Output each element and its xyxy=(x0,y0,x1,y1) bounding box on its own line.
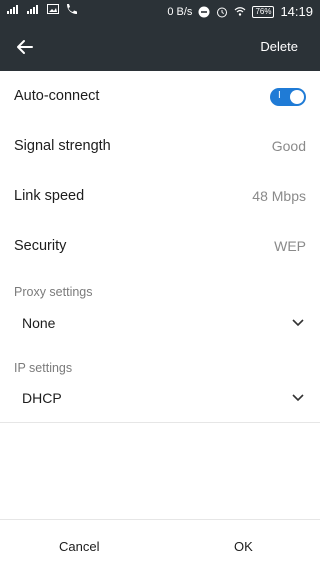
status-right: 0 B/s 76% 14:19 xyxy=(167,4,313,19)
signal-strength-value: Good xyxy=(271,138,306,154)
signal-2-icon xyxy=(27,5,38,14)
security-label: Security xyxy=(14,238,67,254)
do-not-disturb-icon xyxy=(198,6,210,17)
ip-settings-title: IP settings xyxy=(14,361,73,375)
link-speed-row: Link speed 48 Mbps xyxy=(0,171,320,222)
signal-icon xyxy=(7,5,18,14)
status-bar: 0 B/s 76% 14:19 xyxy=(0,0,320,24)
auto-connect-toggle[interactable]: I xyxy=(270,88,306,106)
status-time: 14:19 xyxy=(280,4,313,19)
delete-button[interactable]: Delete xyxy=(260,39,298,54)
image-icon xyxy=(47,4,59,14)
toggle-on-indicator: I xyxy=(278,90,281,101)
net-speed: 0 B/s xyxy=(167,5,193,18)
ip-select-value[interactable]: DHCP xyxy=(22,390,62,406)
auto-connect-row[interactable]: Auto-connect I xyxy=(0,71,320,122)
link-speed-label: Link speed xyxy=(14,188,85,204)
security-row: Security WEP xyxy=(0,221,320,272)
proxy-select-value[interactable]: None xyxy=(22,315,55,331)
battery-indicator: 76% xyxy=(252,5,275,18)
ip-settings-section[interactable]: IP settings DHCP xyxy=(0,347,320,423)
signal-strength-label: Signal strength xyxy=(14,138,111,154)
link-speed-value: 48 Mbps xyxy=(252,188,306,204)
alarm-icon xyxy=(217,7,228,17)
proxy-settings-title: Proxy settings xyxy=(14,285,93,299)
security-value: WEP xyxy=(274,238,306,254)
toggle-knob xyxy=(290,90,304,104)
ok-button[interactable]: OK xyxy=(234,539,253,554)
signal-strength-row: Signal strength Good xyxy=(0,121,320,172)
auto-connect-label: Auto-connect xyxy=(14,88,100,104)
app-bar: Delete xyxy=(0,24,320,71)
back-arrow-icon[interactable] xyxy=(14,36,36,58)
status-left xyxy=(7,4,77,14)
cancel-button[interactable]: Cancel xyxy=(59,539,99,554)
dialog-actions: Cancel OK xyxy=(0,519,320,570)
chevron-down-icon[interactable] xyxy=(292,319,304,327)
proxy-settings-section[interactable]: Proxy settings None xyxy=(0,271,320,348)
wifi-icon xyxy=(235,6,246,16)
chevron-down-icon[interactable] xyxy=(292,394,304,402)
call-icon xyxy=(67,4,77,14)
